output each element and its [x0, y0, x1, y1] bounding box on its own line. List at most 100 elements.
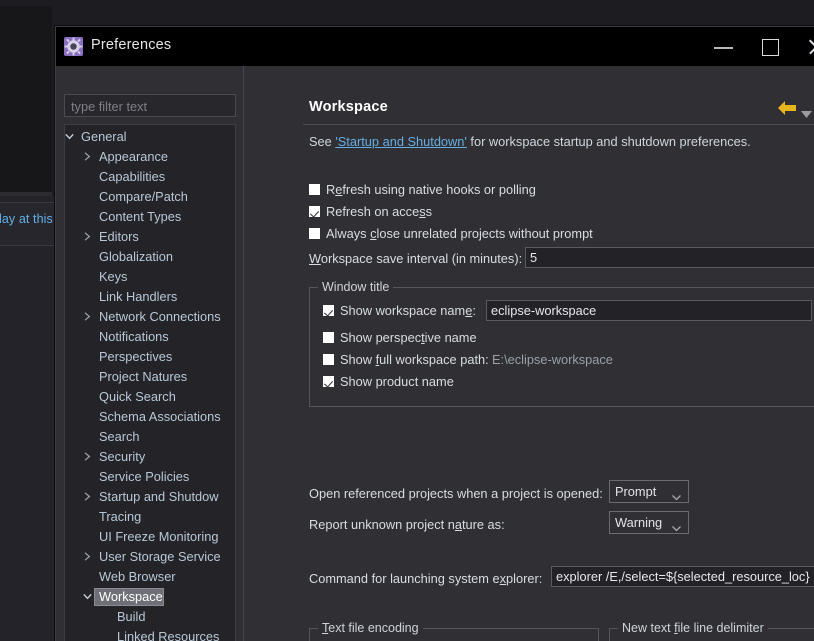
show-perspective-name-checkbox[interactable]	[323, 332, 334, 343]
report-nature-label: Report unknown project nature as:	[309, 517, 505, 532]
sidebar-item-capabilities[interactable]: Capabilities	[65, 167, 235, 187]
sidebar-item-label: Security	[99, 449, 146, 464]
preferences-sidebar: type filter text General Appearance Capabi…	[56, 66, 243, 641]
maximize-button[interactable]	[747, 27, 793, 66]
sidebar-item-keys[interactable]: Keys	[65, 267, 235, 287]
sidebar-item-startup-and-shutdow[interactable]: Startup and Shutdow	[65, 487, 235, 507]
save-interval-label: Workspace save interval (in minutes):	[309, 251, 523, 266]
sidebar-item-workspace[interactable]: Workspace	[65, 587, 235, 607]
back-history-dropdown[interactable]	[801, 105, 812, 123]
minimize-icon	[714, 47, 733, 49]
filter-input[interactable]: type filter text	[64, 94, 236, 117]
back-button[interactable]	[776, 98, 798, 123]
sidebar-item-label: Workspace	[99, 589, 163, 604]
pane-divider	[243, 66, 244, 641]
background-window-dark-top	[0, 6, 52, 192]
sidebar-item-service-policies[interactable]: Service Policies	[65, 467, 235, 487]
system-explorer-input[interactable]: explorer /E,/select=${selected_resource_…	[551, 566, 814, 587]
sidebar-item-label: Service Policies	[99, 469, 190, 484]
sidebar-item-label: Keys	[99, 269, 128, 284]
screen-root: lay at this Preferences type filter text…	[0, 0, 814, 641]
page-title: Workspace	[309, 99, 388, 115]
sidebar-item-globalization[interactable]: Globalization	[65, 247, 235, 267]
chevron-down-icon[interactable]	[65, 132, 74, 141]
dialog-title: Preferences	[91, 37, 172, 53]
intro-suffix: for workspace startup and shutdown prefe…	[466, 134, 751, 149]
sidebar-item-web-browser[interactable]: Web Browser	[65, 567, 235, 587]
sidebar-item-quick-search[interactable]: Quick Search	[65, 387, 235, 407]
eclipse-gear-icon	[64, 37, 83, 56]
sidebar-item-label: Perspectives	[99, 349, 173, 364]
sidebar-item-label: Editors	[99, 229, 139, 244]
sidebar-item-perspectives[interactable]: Perspectives	[65, 347, 235, 367]
sidebar-item-label: Notifications	[99, 329, 169, 344]
sidebar-item-editors[interactable]: Editors	[65, 227, 235, 247]
show-product-name-checkbox[interactable]	[323, 376, 334, 387]
sidebar-item-general[interactable]: General	[65, 127, 235, 147]
chevron-right-icon[interactable]	[83, 492, 92, 501]
sidebar-item-schema-associations[interactable]: Schema Associations	[65, 407, 235, 427]
show-product-name-label: Show product name	[340, 374, 454, 389]
chevron-right-icon[interactable]	[83, 452, 92, 461]
workspace-name-input[interactable]: eclipse-workspace	[486, 300, 812, 321]
text-file-encoding-title: Text file encoding	[318, 621, 423, 635]
chevron-right-icon[interactable]	[83, 552, 92, 561]
line-delimiter-title: New text file line delimiter	[618, 621, 768, 635]
intro-text: See 'Startup and Shutdown' for workspace…	[309, 134, 751, 149]
sidebar-item-search[interactable]: Search	[65, 427, 235, 447]
close-unrelated-projects-checkbox[interactable]	[309, 228, 320, 239]
workspace-name-value: eclipse-workspace	[491, 303, 597, 318]
sidebar-item-appearance[interactable]: Appearance	[65, 147, 235, 167]
sidebar-item-security[interactable]: Security	[65, 447, 235, 467]
sidebar-item-compare-patch[interactable]: Compare/Patch	[65, 187, 235, 207]
sidebar-item-label: UI Freeze Monitoring	[99, 529, 219, 544]
sidebar-item-label: Quick Search	[99, 389, 176, 404]
save-interval-input[interactable]: 5	[525, 247, 814, 268]
chevron-right-icon[interactable]	[83, 152, 92, 161]
sidebar-item-network-connections[interactable]: Network Connections	[65, 307, 235, 327]
show-perspective-name-label: Show perspective name	[340, 330, 477, 345]
title-rule	[303, 124, 814, 125]
show-workspace-name-label: Show workspace name:	[340, 303, 476, 318]
chevron-right-icon[interactable]	[83, 232, 92, 241]
sidebar-item-tracing[interactable]: Tracing	[65, 507, 235, 527]
chevron-down-icon	[801, 111, 812, 118]
sidebar-item-label: Build	[117, 609, 146, 624]
sidebar-item-label: Project Natures	[99, 369, 188, 384]
open-referenced-select[interactable]: Prompt	[609, 480, 689, 503]
show-workspace-name-checkbox[interactable]	[323, 305, 334, 316]
sidebar-item-label: Link Handlers	[99, 289, 178, 304]
show-full-path-label: Show full workspace path:	[340, 352, 489, 367]
sidebar-item-label: Tracing	[99, 509, 142, 524]
chevron-down-icon	[672, 489, 681, 504]
sidebar-item-label: Appearance	[99, 149, 169, 164]
chevron-right-icon[interactable]	[83, 312, 92, 321]
show-full-path-checkbox[interactable]	[323, 354, 334, 365]
startup-shutdown-link[interactable]: 'Startup and Shutdown'	[335, 134, 467, 149]
sidebar-item-ui-freeze-monitoring[interactable]: UI Freeze Monitoring	[65, 527, 235, 547]
dialog-titlebar[interactable]: Preferences	[56, 27, 814, 66]
sidebar-item-project-natures[interactable]: Project Natures	[65, 367, 235, 387]
sidebar-item-label: Linked Resources	[117, 629, 220, 641]
report-nature-value: Warning	[615, 515, 663, 530]
chevron-down-icon	[672, 520, 681, 535]
sidebar-item-notifications[interactable]: Notifications	[65, 327, 235, 347]
report-nature-select[interactable]: Warning	[609, 511, 689, 534]
window-title-group: Window title Show workspace name: eclips…	[309, 280, 814, 407]
sidebar-item-link-handlers[interactable]: Link Handlers	[65, 287, 235, 307]
sidebar-item-label: Web Browser	[99, 569, 176, 584]
sidebar-item-linked-resources[interactable]: Linked Resources	[65, 627, 235, 641]
refresh-native-hooks-checkbox[interactable]	[309, 184, 320, 195]
preferences-tree[interactable]: General Appearance Capabilities Compare/Pat…	[64, 124, 236, 641]
minimize-button[interactable]	[701, 27, 747, 66]
sidebar-item-label: User Storage Service	[99, 549, 221, 564]
sidebar-item-label: Startup and Shutdow	[99, 489, 219, 504]
preferences-content: Workspace See 'Startup and Shutdown' for…	[243, 66, 814, 641]
refresh-on-access-label: Refresh on access	[326, 204, 432, 219]
close-button[interactable]	[793, 27, 814, 66]
sidebar-item-user-storage-service[interactable]: User Storage Service	[65, 547, 235, 567]
chevron-down-icon[interactable]	[83, 592, 92, 601]
sidebar-item-content-types[interactable]: Content Types	[65, 207, 235, 227]
refresh-on-access-checkbox[interactable]	[309, 206, 320, 217]
sidebar-item-build[interactable]: Build	[65, 607, 235, 627]
